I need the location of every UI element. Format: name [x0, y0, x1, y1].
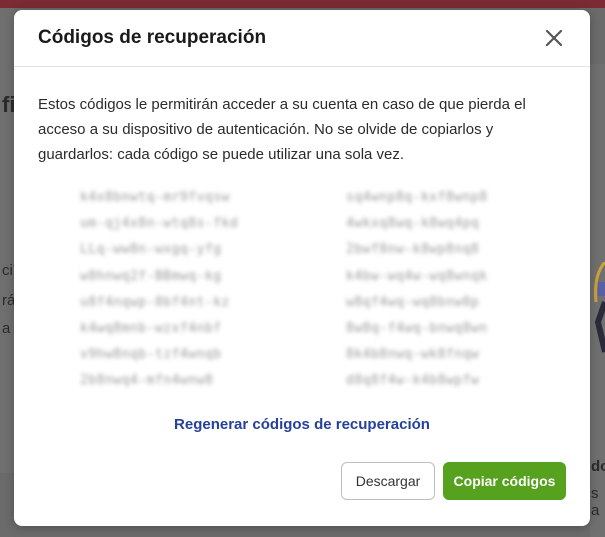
recovery-code: k4x8bnwtq-mr9fvqsw — [80, 190, 230, 205]
recovery-codes-dialog: Códigos de recuperación Estos códigos le… — [14, 10, 590, 526]
close-button[interactable] — [542, 26, 566, 50]
background-illustration — [594, 262, 605, 353]
recovery-code: 2bwf8nw-k8wp8nq8 — [346, 242, 480, 258]
app-top-bar — [0, 0, 605, 8]
dialog-description: Estos códigos le permitirán acceder a su… — [38, 96, 526, 163]
background-text: s a — [591, 485, 600, 519]
download-button[interactable]: Descargar — [341, 462, 435, 500]
dialog-title: Códigos de recuperación — [38, 27, 267, 48]
recovery-code: um-qj4x8n-wtq8s-fkd — [80, 216, 239, 232]
recovery-code: 8k4b8nwq-wk8fnqw — [346, 347, 480, 363]
page-background: fi ci rá a v do s a Códigos de recuperac… — [0, 0, 605, 537]
copy-codes-button[interactable]: Copiar códigos — [443, 462, 566, 500]
recovery-code: w8qf4wq-wq8bnw8p — [346, 294, 480, 310]
recovery-code: v9hw8nqb-tzf4wnqb — [80, 347, 222, 363]
close-icon — [545, 29, 563, 47]
recovery-code: k4wq8mnb-wzxf4nbf — [80, 320, 222, 336]
background-text: ci — [2, 262, 13, 279]
recovery-codes-right-column: sq4wnp8q-kxf8wnp8 4wkxq8wq-k8wq4pq 2bwf8… — [346, 185, 536, 395]
recovery-code: k4bw-wq4w-wq8wnqk — [346, 268, 488, 284]
recovery-code: 4wkxq8wq-k8wq4pq — [346, 216, 480, 232]
recovery-code: LLq-ww8n-wxgq-yfg — [80, 242, 222, 258]
recovery-code: sq4wnp8q-kxf8wnp8 — [346, 190, 488, 205]
background-text: do — [591, 458, 605, 475]
recovery-code: 8w8q-f4wq-bnwq8wn — [346, 320, 488, 336]
background-left-panel — [0, 0, 14, 473]
recovery-code: 2b8nwq4-mfn4wnw8 — [80, 373, 214, 389]
recovery-codes-left-column: k4x8bnwtq-mr9fvqsw um-qj4x8n-wtq8s-fkd L… — [80, 185, 270, 395]
recovery-code: w8hnwq2f-BBmwq-kg — [80, 268, 222, 284]
dialog-header: Códigos de recuperación — [14, 10, 590, 67]
recovery-code: d8q8f4w-k4b8wpfw — [346, 373, 480, 389]
recovery-code: u8f4nqwp-8bf4nt-kz — [80, 294, 230, 310]
regenerate-codes-link[interactable]: Regenerar códigos de recuperación — [14, 416, 590, 433]
